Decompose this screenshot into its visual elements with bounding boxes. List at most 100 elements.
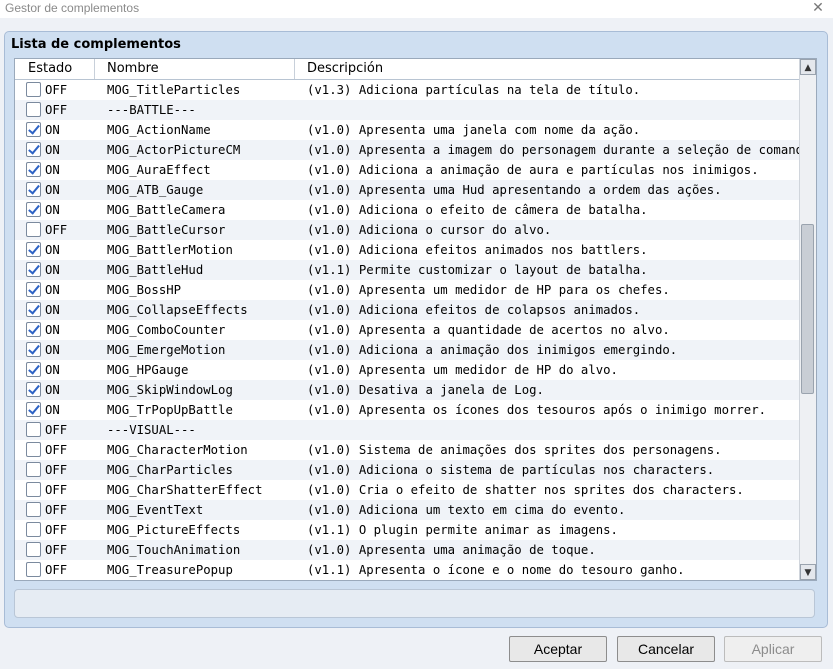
- table-row[interactable]: OFF MOG_TitleParticles (v1.3) Adiciona par…: [15, 80, 799, 100]
- plugin-name: MOG_ATB_Gauge: [107, 183, 204, 197]
- plugin-name: MOG_CollapseEffects: [107, 303, 248, 317]
- plugin-description: (v1.0) Desativa a janela de Log.: [307, 383, 544, 397]
- table-row[interactable]: OFF MOG_CharShatterEffect (v1.0) Cria o ef…: [15, 480, 799, 500]
- status-checkbox[interactable]: [26, 162, 41, 177]
- plugin-description: (v1.0) Apresenta uma Hud apresentando a …: [307, 183, 722, 197]
- plugin-name: MOG_CharacterMotion: [107, 443, 248, 457]
- scroll-down-icon[interactable]: ▼: [800, 564, 816, 580]
- status-checkbox[interactable]: [26, 222, 41, 237]
- list-header: Estado Nombre Descripción: [15, 59, 799, 80]
- table-row[interactable]: ON MOG_BossHP (v1.0) Apresenta um medidor …: [15, 280, 799, 300]
- plugin-name: MOG_EmergeMotion: [107, 343, 226, 357]
- status-label: ON: [45, 303, 60, 317]
- table-row[interactable]: ON MOG_BattleHud (v1.1) Permite customizar…: [15, 260, 799, 280]
- scroll-thumb[interactable]: [801, 224, 814, 394]
- table-row[interactable]: ON MOG_ActionName (v1.0) Apresenta uma jan…: [15, 120, 799, 140]
- plugin-description: (v1.0) Adiciona a animação de aura e par…: [307, 163, 759, 177]
- status-checkbox[interactable]: [26, 542, 41, 557]
- cancel-button[interactable]: Cancelar: [617, 636, 715, 662]
- plugin-description: (v1.0) Apresenta um medidor de HP do alv…: [307, 363, 618, 377]
- status-label: ON: [45, 203, 60, 217]
- status-checkbox[interactable]: [26, 462, 41, 477]
- status-checkbox[interactable]: [26, 282, 41, 297]
- plugin-name: MOG_ActionName: [107, 123, 211, 137]
- table-row[interactable]: OFF MOG_EventText (v1.0) Adiciona um texto…: [15, 500, 799, 520]
- status-label: ON: [45, 183, 60, 197]
- status-checkbox[interactable]: [26, 402, 41, 417]
- plugin-description: (v1.0) Apresenta a imagem do personagem …: [307, 143, 799, 157]
- plugin-name: MOG_BattleCamera: [107, 203, 226, 217]
- plugin-description: (v1.0) Adiciona o cursor do alvo.: [307, 223, 552, 237]
- plugin-name: MOG_TitleParticles: [107, 83, 241, 97]
- status-checkbox[interactable]: [26, 242, 41, 257]
- status-checkbox[interactable]: [26, 422, 41, 437]
- status-checkbox[interactable]: [26, 142, 41, 157]
- status-label: OFF: [45, 463, 68, 477]
- plugin-description: (v1.0) Adiciona o efeito de câmera de ba…: [307, 203, 648, 217]
- status-checkbox[interactable]: [26, 302, 41, 317]
- plugin-list[interactable]: Estado Nombre Descripción OFF MOG_TitlePa…: [14, 58, 817, 581]
- status-checkbox[interactable]: [26, 182, 41, 197]
- window-title: Gestor de complementos: [5, 1, 140, 15]
- table-row[interactable]: OFF ---VISUAL---: [15, 420, 799, 440]
- status-checkbox[interactable]: [26, 482, 41, 497]
- status-label: OFF: [45, 103, 68, 117]
- table-row[interactable]: ON MOG_ActorPictureCM (v1.0) Apresenta a i…: [15, 140, 799, 160]
- status-checkbox[interactable]: [26, 562, 41, 577]
- table-row[interactable]: ON MOG_AuraEffect (v1.0) Adiciona a animaç…: [15, 160, 799, 180]
- accept-button[interactable]: Aceptar: [509, 636, 607, 662]
- status-checkbox[interactable]: [26, 362, 41, 377]
- table-row[interactable]: OFF MOG_PictureEffects (v1.1) O plugin per…: [15, 520, 799, 540]
- vertical-scrollbar[interactable]: ▲ ▼: [799, 59, 816, 580]
- table-row[interactable]: ON MOG_ComboCounter (v1.0) Apresenta a qua…: [15, 320, 799, 340]
- plugin-name: MOG_EventText: [107, 503, 204, 517]
- status-label: OFF: [45, 483, 68, 497]
- table-row[interactable]: ON MOG_EmergeMotion (v1.0) Adiciona a anim…: [15, 340, 799, 360]
- plugin-name: MOG_TouchAnimation: [107, 543, 241, 557]
- status-checkbox[interactable]: [26, 102, 41, 117]
- plugin-name: MOG_ComboCounter: [107, 323, 226, 337]
- table-row[interactable]: ON MOG_HPGauge (v1.0) Apresenta um medidor…: [15, 360, 799, 380]
- plugin-name: MOG_BossHP: [107, 283, 182, 297]
- plugin-description: (v1.1) Permite customizar o layout de ba…: [307, 263, 648, 277]
- plugin-description: (v1.0) Apresenta uma janela com nome da …: [307, 123, 641, 137]
- plugin-description: (v1.0) Apresenta um medidor de HP para o…: [307, 283, 670, 297]
- table-row[interactable]: ON MOG_SkipWindowLog (v1.0) Desativa a jan…: [15, 380, 799, 400]
- table-row[interactable]: ON MOG_CollapseEffects (v1.0) Adiciona efe…: [15, 300, 799, 320]
- column-header-name[interactable]: Nombre: [95, 59, 295, 79]
- close-icon[interactable]: ✕: [809, 0, 827, 16]
- status-label: OFF: [45, 543, 68, 557]
- status-checkbox[interactable]: [26, 262, 41, 277]
- status-checkbox[interactable]: [26, 342, 41, 357]
- table-row[interactable]: OFF MOG_BattleCursor (v1.0) Adiciona o cur…: [15, 220, 799, 240]
- status-checkbox[interactable]: [26, 502, 41, 517]
- panel-title: Lista de complementos: [11, 37, 181, 52]
- table-row[interactable]: ON MOG_TrPopUpBattle (v1.0) Apresenta os í…: [15, 400, 799, 420]
- plugin-name: MOG_PictureEffects: [107, 523, 241, 537]
- status-checkbox[interactable]: [26, 382, 41, 397]
- status-checkbox[interactable]: [26, 322, 41, 337]
- scroll-up-icon[interactable]: ▲: [800, 59, 816, 75]
- plugin-list-panel: Lista de complementos Estado Nombre Desc…: [4, 31, 828, 628]
- status-checkbox[interactable]: [26, 442, 41, 457]
- table-row[interactable]: OFF MOG_CharacterMotion (v1.0) Sistema de …: [15, 440, 799, 460]
- table-row[interactable]: OFF ---BATTLE---: [15, 100, 799, 120]
- table-row[interactable]: OFF MOG_TouchAnimation (v1.0) Apresenta um…: [15, 540, 799, 560]
- status-checkbox[interactable]: [26, 82, 41, 97]
- status-label: OFF: [45, 523, 68, 537]
- plugin-name: MOG_SkipWindowLog: [107, 383, 233, 397]
- table-row[interactable]: ON MOG_BattlerMotion (v1.0) Adiciona efeit…: [15, 240, 799, 260]
- table-row[interactable]: ON MOG_BattleCamera (v1.0) Adiciona o efei…: [15, 200, 799, 220]
- column-header-description[interactable]: Descripción: [295, 59, 799, 79]
- table-row[interactable]: ON MOG_ATB_Gauge (v1.0) Apresenta uma Hud …: [15, 180, 799, 200]
- column-header-status[interactable]: Estado: [15, 59, 95, 79]
- table-row[interactable]: OFF MOG_TreasurePopup (v1.1) Apresenta o í…: [15, 560, 799, 580]
- status-label: OFF: [45, 443, 68, 457]
- status-checkbox[interactable]: [26, 122, 41, 137]
- status-label: ON: [45, 403, 60, 417]
- status-checkbox[interactable]: [26, 202, 41, 217]
- plugin-name: ---BATTLE---: [107, 103, 196, 117]
- table-row[interactable]: OFF MOG_CharParticles (v1.0) Adiciona o si…: [15, 460, 799, 480]
- status-checkbox[interactable]: [26, 522, 41, 537]
- apply-button[interactable]: Aplicar: [724, 636, 822, 662]
